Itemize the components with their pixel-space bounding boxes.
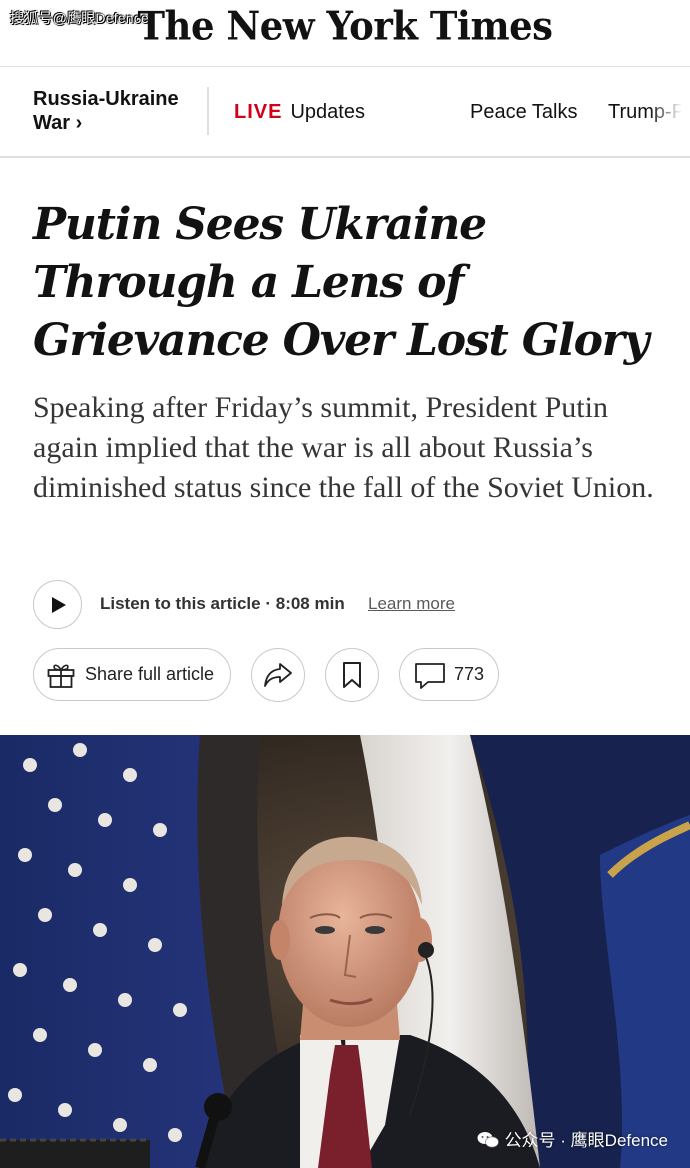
share-button[interactable] bbox=[251, 648, 305, 702]
play-icon bbox=[52, 597, 66, 613]
live-updates-label: Updates bbox=[290, 101, 365, 123]
listen-separator: · bbox=[265, 594, 271, 613]
nav-peace-talks[interactable]: Peace Talks bbox=[470, 101, 577, 124]
section-link[interactable]: Russia-Ukraine War › bbox=[33, 87, 179, 135]
share-full-article-button[interactable]: Share full article bbox=[33, 648, 231, 701]
lead-photo: 公众号 · 鹰眼Defence bbox=[0, 735, 690, 1168]
listen-label: Listen to this article bbox=[100, 594, 261, 613]
watermark-bottom: 公众号 · 鹰眼Defence bbox=[477, 1126, 668, 1151]
share-arrow-icon bbox=[264, 663, 292, 687]
article-summary: Speaking after Friday’s summit, Presiden… bbox=[33, 391, 654, 504]
live-badge: LIVE bbox=[234, 101, 283, 123]
comments-button[interactable]: 773 bbox=[399, 648, 499, 701]
masthead: 搜狐号@鹰眼Defence The New York Times bbox=[0, 0, 690, 67]
learn-more-link[interactable]: Learn more bbox=[368, 594, 455, 614]
gift-icon bbox=[47, 664, 75, 688]
nyt-logo[interactable]: The New York Times bbox=[0, 3, 690, 49]
watermark-bottom-text: 公众号 · 鹰眼Defence bbox=[504, 1131, 668, 1150]
comment-count: 773 bbox=[454, 664, 485, 684]
section-name-line2: War › bbox=[33, 112, 83, 134]
section-name-line1: Russia-Ukraine bbox=[33, 88, 179, 110]
section-divider bbox=[207, 87, 209, 135]
lead-photo-illustration bbox=[0, 735, 690, 1168]
comment-icon bbox=[415, 663, 445, 689]
bookmark-icon bbox=[343, 662, 361, 688]
live-updates-link[interactable]: LIVE Updates bbox=[234, 101, 365, 124]
play-button[interactable] bbox=[33, 580, 82, 629]
save-button[interactable] bbox=[325, 648, 379, 702]
article-headline: Putin Sees Ukraine Through a Lens of Gri… bbox=[33, 199, 649, 366]
section-nav-bar: Russia-Ukraine War › LIVE Updates Peace T… bbox=[0, 67, 690, 158]
wechat-icon bbox=[477, 1132, 499, 1148]
listen-info: Listen to this article · 8:08 min bbox=[100, 594, 345, 614]
share-full-article-label: Share full article bbox=[85, 664, 215, 684]
listen-duration: 8:08 min bbox=[275, 594, 345, 613]
nav-fade bbox=[650, 67, 690, 156]
